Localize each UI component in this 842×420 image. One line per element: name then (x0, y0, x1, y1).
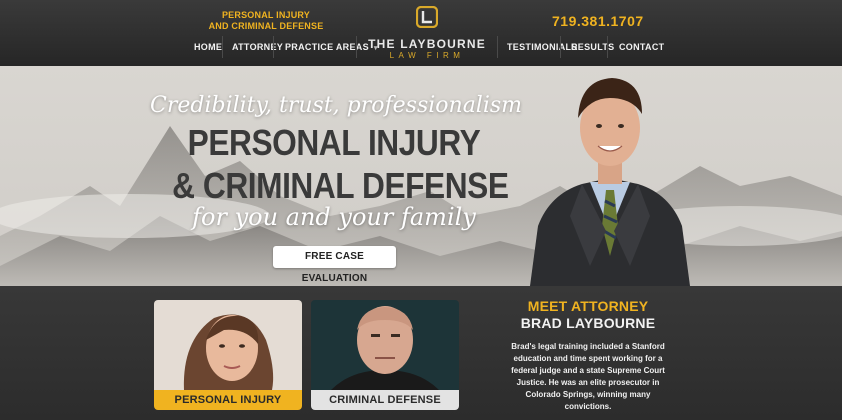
logo-name: THE LAYBOURNE (368, 37, 486, 51)
bio-line: convictions. (564, 402, 612, 411)
bio-line: Justice. He was an elite prosecutor in (516, 378, 660, 387)
meet-attorney-heading: MEET ATTORNEY (527, 298, 649, 314)
firm-logo[interactable]: THE LAYBOURNE LAW FIRM (368, 4, 486, 62)
bio-line: federal judge and a state Supreme Court (511, 366, 665, 375)
bio-line: Brad's legal training included a Stanfor… (511, 342, 665, 351)
phone-number[interactable]: 719.381.1707 (552, 13, 644, 29)
logo-subtitle: LAW FIRM (389, 51, 465, 60)
attorney-photo (530, 78, 690, 286)
practice-section: PERSONAL INJURY CRIMINAL DEFENSE MEET AT… (0, 286, 842, 420)
criminal-defense-image (311, 300, 459, 390)
hero-subtitle: for you and your family (192, 203, 476, 231)
nav-divider (497, 36, 498, 58)
meet-attorney-panel: MEET ATTORNEY BRAD LAYBOURNE Brad's lega… (500, 298, 676, 413)
tagline-line-2: AND CRIMINAL DEFENSE (208, 21, 324, 31)
nav-divider (607, 36, 608, 58)
bio-line: education and time spent working for a (513, 354, 663, 363)
nav-attorney[interactable]: ATTORNEY (232, 42, 283, 52)
personal-injury-image (154, 300, 302, 390)
hero-headline-2: & CRIMINAL DEFENSE (172, 165, 509, 206)
tagline-line-1: PERSONAL INJURY (221, 10, 311, 20)
attorney-name[interactable]: BRAD LAYBOURNE (500, 315, 676, 331)
site-header: PERSONAL INJURY AND CRIMINAL DEFENSE THE… (0, 0, 842, 66)
hero-banner: Credibility, trust, professionalism PERS… (0, 66, 842, 286)
nav-home[interactable]: HOME (194, 42, 222, 52)
nav-testimonials[interactable]: TESTIMONIALS (507, 42, 578, 52)
criminal-defense-card[interactable]: CRIMINAL DEFENSE (311, 300, 459, 410)
nav-practice-areas[interactable]: PRACTICE AREAS ▾ (285, 42, 378, 52)
nav-divider (222, 36, 223, 58)
chevron-down-icon: ▾ (373, 45, 378, 52)
bio-line: Colorado Springs, winning many (525, 390, 651, 399)
nav-contact[interactable]: CONTACT (619, 42, 664, 52)
nav-divider (273, 36, 274, 58)
nav-divider (560, 36, 561, 58)
personal-injury-card[interactable]: PERSONAL INJURY (154, 300, 302, 410)
criminal-defense-label: CRIMINAL DEFENSE (311, 390, 459, 410)
header-tagline: PERSONAL INJURY AND CRIMINAL DEFENSE (205, 10, 327, 32)
free-case-evaluation-button[interactable]: FREE CASE EVALUATION (273, 246, 396, 284)
hero-tagline: Credibility, trust, professionalism (150, 93, 523, 118)
firm-logo-icon (416, 6, 438, 28)
nav-divider (356, 36, 357, 58)
personal-injury-label: PERSONAL INJURY (154, 390, 302, 410)
attorney-bio: Brad's legal training included a Stanfor… (500, 341, 676, 413)
hero-headline-1: PERSONAL INJURY (187, 122, 481, 163)
